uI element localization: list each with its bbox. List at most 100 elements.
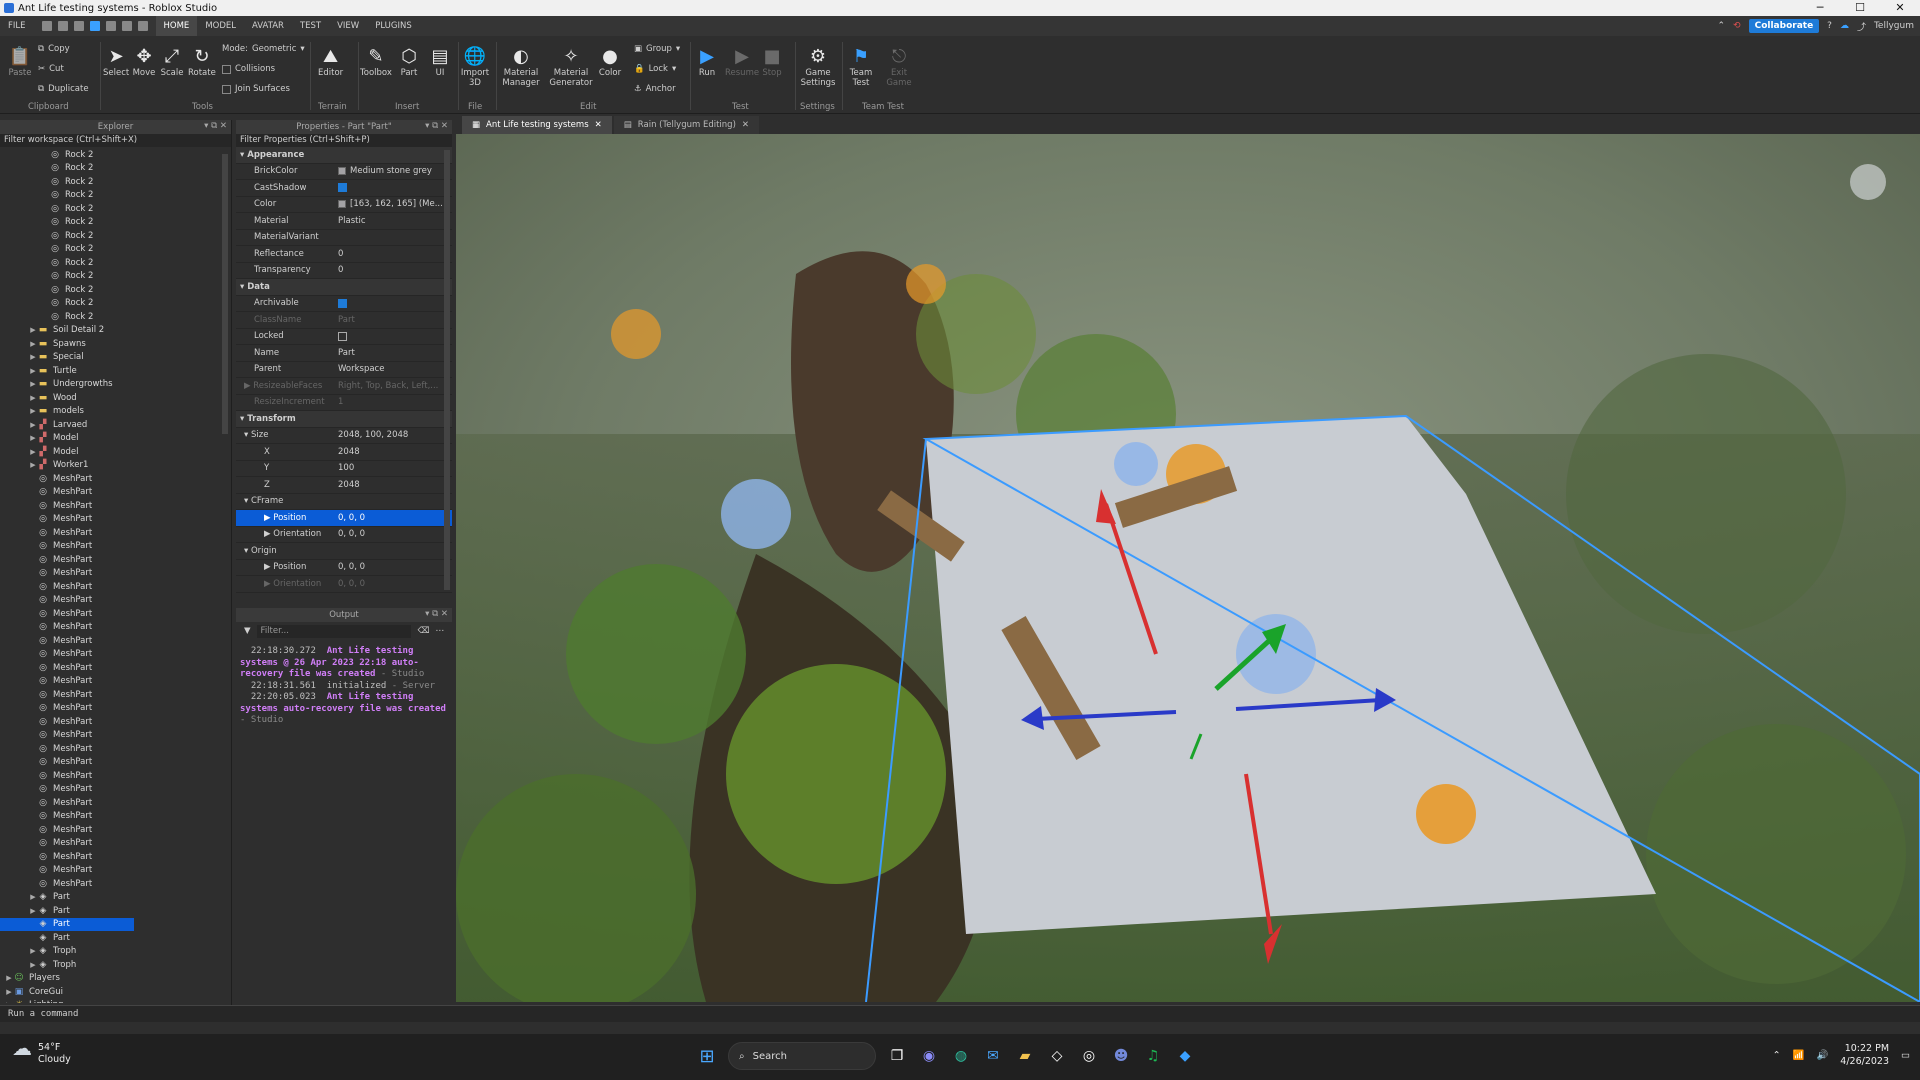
- close-icon[interactable]: ✕: [742, 120, 749, 130]
- property-value[interactable]: 0, 0, 0: [338, 513, 452, 523]
- explorer-node[interactable]: ◈ Part: [0, 931, 232, 945]
- explorer-node[interactable]: ◎ MeshPart: [0, 580, 232, 594]
- chevron-up-icon[interactable]: ⌃: [1773, 1050, 1781, 1061]
- property-row[interactable]: MaterialVariant: [236, 230, 452, 246]
- select-tool-button[interactable]: ➤ Select: [103, 44, 129, 79]
- expand-arrow-icon[interactable]: ▶: [28, 407, 38, 415]
- explorer-node[interactable]: ◎ Rock 2: [0, 202, 232, 216]
- explorer-node[interactable]: ◎ MeshPart: [0, 526, 232, 540]
- property-value[interactable]: 0: [338, 265, 452, 275]
- tab-rain[interactable]: ▤ Rain (Tellygum Editing) ✕: [613, 116, 760, 134]
- property-value[interactable]: 0, 0, 0: [338, 529, 452, 539]
- explorer-node[interactable]: ◎ MeshPart: [0, 715, 232, 729]
- expand-arrow-icon[interactable]: ▶: [4, 988, 14, 996]
- explorer-node[interactable]: ▶ ▞ Model: [0, 432, 232, 446]
- expand-arrow-icon[interactable]: ▶: [28, 367, 38, 375]
- collaborate-button[interactable]: Collaborate: [1748, 19, 1820, 33]
- explorer-node[interactable]: ◎ MeshPart: [0, 648, 232, 662]
- expand-arrow-icon[interactable]: ▶: [28, 961, 38, 969]
- explorer-node[interactable]: ◎ Rock 2: [0, 216, 232, 230]
- material-manager-button[interactable]: ◐ Material Manager: [500, 44, 542, 89]
- notification-icon[interactable]: ▭: [1901, 1050, 1910, 1061]
- rotate-tool-button[interactable]: ↻ Rotate: [188, 44, 216, 79]
- explorer-node[interactable]: ◎ MeshPart: [0, 756, 232, 770]
- property-value[interactable]: Workspace: [338, 364, 452, 374]
- explorer-node[interactable]: ◎ Rock 2: [0, 297, 232, 311]
- explorer-node[interactable]: ▶ ▬ Undergrowths: [0, 378, 232, 392]
- property-value[interactable]: 100: [338, 463, 452, 473]
- property-row[interactable]: ▾ CFrame: [236, 494, 452, 510]
- expand-arrow-icon[interactable]: ▶: [4, 974, 14, 982]
- menu-model[interactable]: MODEL: [197, 16, 244, 36]
- property-row[interactable]: Name Part: [236, 345, 452, 362]
- properties-filter-input[interactable]: Filter Properties (Ctrl+Shift+P): [236, 134, 452, 147]
- collisions-checkbox[interactable]: [222, 64, 231, 74]
- maximize-button[interactable]: ☐: [1840, 0, 1880, 16]
- mail-icon[interactable]: ✉: [982, 1045, 1004, 1067]
- expand-arrow-icon[interactable]: ▶: [28, 893, 38, 901]
- user-name[interactable]: Tellygum: [1874, 21, 1914, 31]
- explorer-node[interactable]: ▶ ▬ Spawns: [0, 337, 232, 351]
- explorer-node[interactable]: ◎ MeshPart: [0, 688, 232, 702]
- expand-arrow-icon[interactable]: ▶: [28, 394, 38, 402]
- windows-start-icon[interactable]: ⊞: [696, 1045, 718, 1067]
- join-surfaces-checkbox[interactable]: [222, 84, 231, 94]
- explorer-filter-input[interactable]: Filter workspace (Ctrl+Shift+X): [0, 134, 231, 147]
- menu-plugins[interactable]: PLUGINS: [367, 16, 420, 36]
- move-tool-button[interactable]: ✥ Move: [132, 44, 156, 79]
- viewport-scene[interactable]: [456, 134, 1920, 1002]
- share-icon[interactable]: ⟲: [1733, 21, 1741, 31]
- explorer-node[interactable]: ◎ MeshPart: [0, 729, 232, 743]
- explorer-node[interactable]: ◎ MeshPart: [0, 864, 232, 878]
- property-row[interactable]: Locked: [236, 329, 452, 345]
- run-button[interactable]: ▶ Run: [695, 44, 719, 79]
- explorer-node[interactable]: ▶ ▣ CoreGui: [0, 985, 232, 999]
- open-file-icon[interactable]: [57, 21, 68, 31]
- explorer-node[interactable]: ▶ ◈ Troph: [0, 958, 232, 972]
- property-value[interactable]: 0, 0, 0: [338, 562, 452, 572]
- expand-arrow-icon[interactable]: ▶: [244, 381, 253, 391]
- explorer-node[interactable]: ◎ MeshPart: [0, 634, 232, 648]
- property-value[interactable]: 0, 0, 0: [338, 579, 452, 589]
- explorer-node[interactable]: ▶ ◈ Part: [0, 891, 232, 905]
- expand-arrow-icon[interactable]: ▶: [264, 579, 273, 589]
- expand-arrow-icon[interactable]: ▶: [28, 907, 38, 915]
- explorer-node[interactable]: ◎ MeshPart: [0, 877, 232, 891]
- property-checkbox[interactable]: [338, 331, 347, 341]
- color-swatch[interactable]: [338, 200, 346, 209]
- stop-icon[interactable]: [105, 21, 116, 31]
- property-value[interactable]: [338, 183, 452, 193]
- copy-button[interactable]: ⧉ Copy: [38, 44, 70, 54]
- expand-arrow-icon[interactable]: ▶: [28, 947, 38, 955]
- property-value[interactable]: Plastic: [338, 216, 452, 226]
- expand-arrow-icon[interactable]: ▶: [28, 434, 38, 442]
- property-row[interactable]: CastShadow: [236, 180, 452, 197]
- explorer-node[interactable]: ◎ MeshPart: [0, 850, 232, 864]
- redo-icon[interactable]: [73, 21, 84, 31]
- property-row[interactable]: ▾ Origin: [236, 543, 452, 560]
- lock-button[interactable]: 🔒 Lock ▾: [634, 64, 676, 74]
- property-row[interactable]: ▶ Position 0, 0, 0: [236, 510, 452, 527]
- explorer-node[interactable]: ◎ MeshPart: [0, 553, 232, 567]
- explorer-scrollbar[interactable]: [222, 154, 228, 434]
- property-row[interactable]: ▶ ResizeableFaces Right, Top, Back, Left,…: [236, 378, 452, 395]
- explorer-node[interactable]: ◎ MeshPart: [0, 567, 232, 581]
- expand-arrow-icon[interactable]: ▶: [264, 562, 273, 572]
- scale-tool-button[interactable]: ⤢ Scale: [160, 44, 184, 79]
- stop-button[interactable]: ■ Stop: [760, 44, 784, 79]
- property-value[interactable]: Part: [338, 315, 452, 325]
- explorer-node[interactable]: ◎ MeshPart: [0, 675, 232, 689]
- property-value[interactable]: 0: [338, 249, 452, 259]
- more-options-icon[interactable]: ⋯: [436, 626, 445, 636]
- explorer-node[interactable]: ◎ MeshPart: [0, 837, 232, 851]
- explorer-node[interactable]: ◎ MeshPart: [0, 810, 232, 824]
- close-icon[interactable]: ▾ ⧉ ✕: [425, 121, 448, 131]
- properties-scrollbar[interactable]: [444, 150, 450, 590]
- explorer-node[interactable]: ◎ MeshPart: [0, 823, 232, 837]
- join-surfaces-toggle[interactable]: Join Surfaces: [222, 84, 290, 94]
- output-filter-input[interactable]: Filter...: [256, 624, 412, 638]
- paste-button[interactable]: 📋 Paste: [8, 44, 32, 79]
- 3d-viewport[interactable]: [456, 134, 1920, 1002]
- property-value[interactable]: 2048: [338, 480, 452, 490]
- property-row[interactable]: ▶ Position 0, 0, 0: [236, 560, 452, 576]
